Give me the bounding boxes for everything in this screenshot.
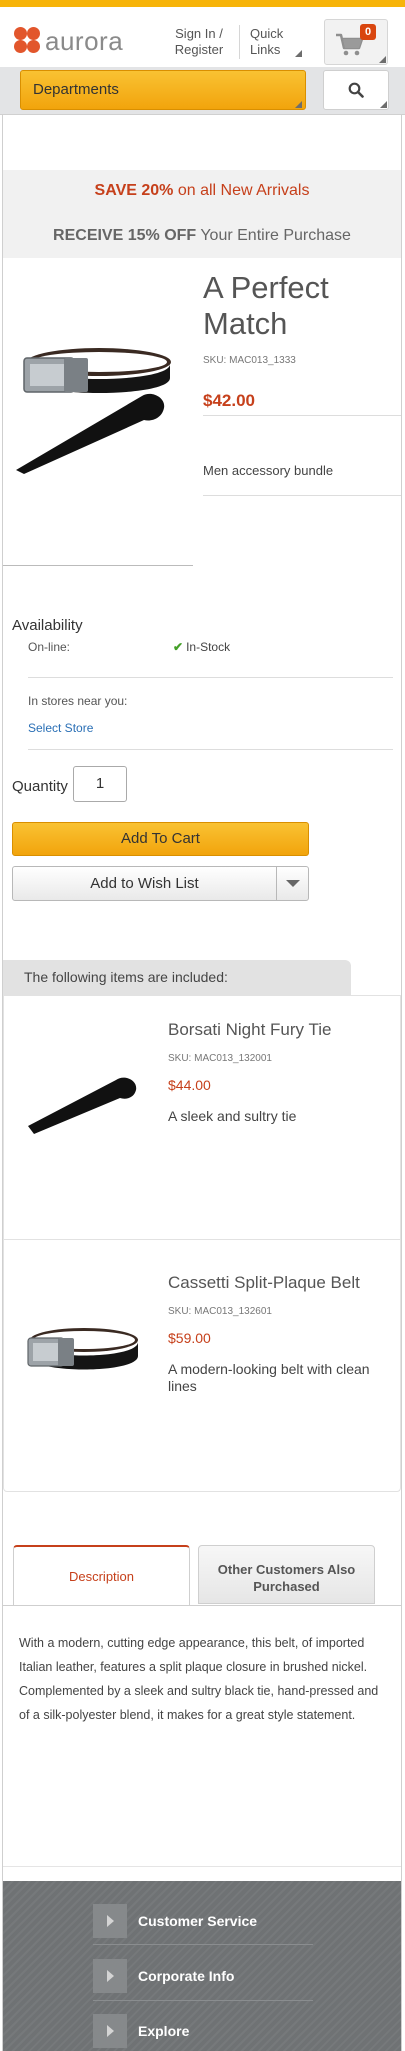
- logo-icon: [14, 27, 42, 55]
- included-item-price: $59.00: [168, 1330, 211, 1346]
- wish-list-control: Add to Wish List: [12, 866, 309, 901]
- search-icon: [348, 82, 364, 98]
- quantity-label: Quantity: [12, 778, 68, 795]
- search-button[interactable]: [323, 70, 389, 110]
- departments-search-bar: Departments: [0, 67, 405, 115]
- corner-arrow-icon: [295, 50, 302, 57]
- cart-button[interactable]: 0: [324, 19, 388, 65]
- divider: [3, 1866, 401, 1867]
- header-divider: [239, 25, 240, 59]
- tab-other-label-2: Purchased: [253, 1579, 320, 1594]
- image-divider: [3, 565, 193, 566]
- promo-new-arrivals: SAVE 20% on all New Arrivals: [94, 182, 310, 199]
- quick-links-label-1: Quick: [250, 26, 284, 41]
- included-item-sku: SKU: MAC013_132601: [168, 1306, 272, 1317]
- chevron-right-icon: [93, 2014, 127, 2048]
- included-item-image[interactable]: [24, 1062, 144, 1142]
- promo-entire-purchase: RECEIVE 15% OFF Your Entire Purchase: [53, 227, 351, 244]
- footer-item-label: Customer Service: [138, 1913, 258, 1929]
- included-items-header: The following items are included:: [3, 960, 351, 995]
- included-item-description: A sleek and sultry tie: [168, 1108, 297, 1124]
- corner-arrow-icon: [379, 56, 386, 63]
- chevron-right-icon: [93, 1959, 127, 1993]
- footer-item-label: Corporate Info: [138, 1968, 235, 1984]
- sign-in-label: Sign In /: [175, 26, 223, 41]
- chevron-down-icon: [286, 880, 300, 887]
- tab-baseline: [3, 1605, 401, 1606]
- belt-image: [23, 348, 171, 393]
- availability-heading: Availability: [12, 617, 83, 634]
- included-item-sku: SKU: MAC013_132001: [168, 1053, 272, 1064]
- divider: [28, 677, 393, 678]
- logo-text: aurora: [45, 25, 124, 56]
- divider: [203, 495, 401, 496]
- tie-image: [16, 393, 165, 474]
- chevron-right-icon: [93, 1904, 127, 1938]
- tab-description[interactable]: Description: [13, 1545, 190, 1606]
- product-title: A Perfect Match: [203, 270, 329, 341]
- footer-divider: [93, 2000, 313, 2001]
- checkmark-icon: ✔: [173, 640, 184, 654]
- quick-links-button[interactable]: Quick Links: [250, 26, 302, 58]
- tab-other-customers-purchased[interactable]: Other Customers Also Purchased: [198, 1545, 375, 1604]
- tab-other-label-1: Other Customers Also: [217, 1562, 356, 1577]
- included-item-name[interactable]: Cassetti Split-Plaque Belt: [168, 1273, 360, 1293]
- included-items-separator: [3, 1239, 401, 1240]
- site-footer: Customer Service Corporate Info Explore: [3, 1881, 401, 2051]
- included-item-price: $44.00: [168, 1077, 211, 1093]
- wish-list-dropdown-button[interactable]: [276, 867, 308, 900]
- product-price: $42.00: [203, 391, 255, 410]
- product-long-description: With a modern, cutting edge appearance, …: [19, 1636, 379, 1722]
- online-label: On-line:: [28, 640, 71, 654]
- select-store-link[interactable]: Select Store: [28, 721, 93, 735]
- register-label: Register: [174, 42, 224, 57]
- departments-button[interactable]: Departments: [20, 70, 306, 110]
- footer-customer-service[interactable]: Customer Service: [93, 1904, 313, 1938]
- product-sku: SKU: MAC013_1333: [203, 355, 296, 366]
- site-header: aurora Sign In / Register Quick Links 0: [0, 7, 405, 67]
- included-item-description: A modern-looking belt with clean lines: [168, 1361, 370, 1394]
- footer-explore[interactable]: Explore: [93, 2014, 313, 2048]
- add-to-cart-button[interactable]: Add To Cart: [12, 822, 309, 856]
- departments-label: Departments: [33, 81, 119, 98]
- footer-divider: [93, 1944, 313, 1945]
- product-short-description: Men accessory bundle: [203, 463, 334, 478]
- promo-banner[interactable]: SAVE 20% on all New Arrivals RECEIVE 15%…: [3, 170, 401, 258]
- quantity-input[interactable]: 1: [73, 766, 127, 802]
- quick-links-label-2: Links: [250, 42, 281, 57]
- corner-arrow-icon: [295, 101, 302, 108]
- footer-item-label: Explore: [138, 2023, 190, 2039]
- add-to-wish-list-button[interactable]: Add to Wish List: [13, 867, 276, 900]
- logo[interactable]: aurora: [14, 25, 124, 56]
- cart-count-badge: 0: [360, 24, 376, 40]
- included-item-image[interactable]: [24, 1320, 144, 1400]
- stores-label: In stores near you:: [28, 694, 128, 708]
- sign-in-link[interactable]: Sign In / Register: [170, 26, 228, 58]
- divider: [28, 749, 393, 750]
- accent-bar: [0, 0, 405, 7]
- included-item-name[interactable]: Borsati Night Fury Tie: [168, 1020, 331, 1040]
- footer-corporate-info[interactable]: Corporate Info: [93, 1959, 313, 1993]
- product-image[interactable]: [14, 338, 184, 478]
- corner-arrow-icon: [380, 101, 387, 108]
- divider: [203, 415, 401, 416]
- online-status: ✔ In-Stock: [173, 640, 231, 654]
